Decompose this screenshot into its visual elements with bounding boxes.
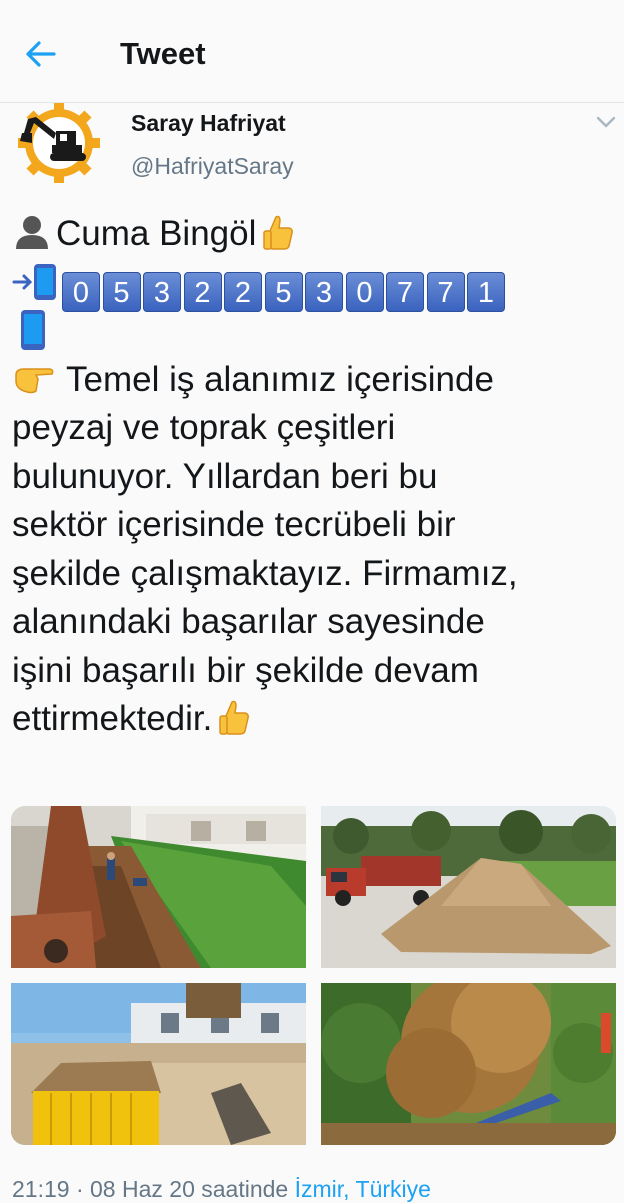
contact-line: Cuma Bingöl <box>12 210 612 259</box>
thumbs-up-icon <box>263 215 294 250</box>
tweet-time: 21:19 <box>12 1176 70 1202</box>
arrow-left-icon <box>26 41 56 67</box>
phone-number[interactable]: 05322530771 <box>62 263 508 312</box>
chevron-down-icon <box>596 116 616 128</box>
back-button[interactable] <box>22 36 58 72</box>
tweet-line: alanındaki başarılar sayesinde <box>12 602 485 641</box>
digit-keycap: 7 <box>386 271 424 312</box>
photo-grid <box>11 806 616 1145</box>
photo-excavator-trench[interactable] <box>11 806 306 968</box>
tweet-text: Cuma Bingöl 05322530771 Temel iş alanımı… <box>12 210 612 744</box>
photo-bushes[interactable] <box>321 983 616 1145</box>
phone-line: 05322530771 <box>12 259 612 312</box>
separator: · <box>69 1176 91 1202</box>
excavator-trench-image <box>11 806 306 968</box>
tweet-menu-button[interactable] <box>594 112 618 132</box>
tweet-line: bulunuyor. Yıllardan beri bu <box>12 456 438 496</box>
tweet-line: peyzaj ve toprak çeşitleri <box>12 408 396 447</box>
photo-yellow-container[interactable] <box>11 983 306 1145</box>
pointing-hand-icon <box>15 367 54 393</box>
bust-in-silhouette-icon <box>16 216 48 249</box>
digit-keycap: 2 <box>183 271 222 312</box>
phone-emoji-line <box>12 307 612 356</box>
contact-name: Cuma Bingöl <box>56 214 257 253</box>
digit-keycap: 5 <box>264 271 303 312</box>
author-handle[interactable]: @HafriyatSaray <box>131 153 294 180</box>
thumbs-up-icon <box>219 700 250 735</box>
tweet-timestamp: 21:19 · 08 Haz 20 saatinde İzmir, Türkiy… <box>12 1176 431 1203</box>
photo-truck-soil[interactable] <box>321 806 616 968</box>
digit-keycap: 3 <box>143 271 181 312</box>
truck-soil-image <box>321 806 616 968</box>
digit-keycap: 7 <box>426 271 465 312</box>
tweet-line: ettirmektedir. <box>12 695 612 744</box>
author-name[interactable]: Saray Hafriyat <box>131 110 286 137</box>
phone-with-arrow-icon <box>12 263 56 300</box>
digit-keycap: 1 <box>467 271 505 312</box>
tweet-date: 08 Haz 20 saatinde <box>90 1176 289 1202</box>
digit-keycap: 3 <box>305 271 343 312</box>
tweet-line: Temel iş alanımız içerisinde <box>12 356 612 405</box>
avatar[interactable] <box>14 102 104 184</box>
digit-keycap: 0 <box>345 271 384 312</box>
tweet-line: sektör içerisinde tecrübeli bir <box>12 505 456 544</box>
tweet-line: işini başarılı bir şekilde devam <box>12 650 479 690</box>
mobile-phone-icon <box>21 310 45 350</box>
bushes-image <box>321 983 616 1145</box>
digit-keycap: 2 <box>224 271 262 312</box>
tweet-line: şekilde çalışmaktayız. Firmamız, <box>12 553 518 593</box>
digit-keycap: 0 <box>62 271 100 312</box>
page-title: Tweet <box>120 36 206 71</box>
digit-keycap: 5 <box>102 271 141 312</box>
tweet-location-link[interactable]: İzmir, Türkiye <box>295 1176 431 1202</box>
excavator-gear-logo-icon <box>18 102 100 184</box>
yellow-container-image <box>11 983 306 1145</box>
top-bar: Tweet <box>0 0 624 103</box>
